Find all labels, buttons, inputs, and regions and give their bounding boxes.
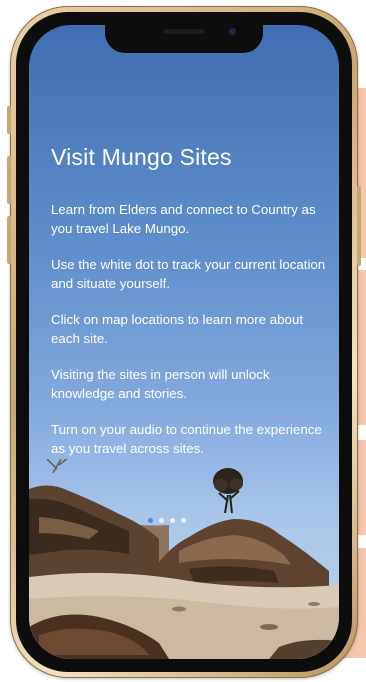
speaker-grille	[163, 29, 205, 34]
paragraph-location: Use the white dot to track your current …	[51, 257, 326, 291]
paragraph-map: Click on map locations to learn more abo…	[51, 312, 304, 346]
page-dot-1[interactable]	[148, 518, 153, 523]
lake-mungo-landscape-image	[29, 459, 339, 659]
onboarding-description: Learn from Elders and connect to Country…	[51, 200, 331, 475]
notch	[105, 25, 263, 53]
page-dot-4[interactable]	[181, 518, 186, 523]
onboarding-screen[interactable]: Visit Mungo Sites Learn from Elders and …	[29, 25, 339, 659]
volume-up-button	[7, 156, 11, 204]
paragraph-audio: Turn on your audio to continue the exper…	[51, 422, 322, 456]
paragraph-learn: Learn from Elders and connect to Country…	[51, 202, 316, 236]
side-button	[357, 186, 361, 266]
page-dot-2[interactable]	[159, 518, 164, 523]
silent-switch	[7, 106, 11, 134]
pagination-dots	[148, 518, 186, 523]
volume-down-button	[7, 216, 11, 264]
front-camera-icon	[229, 28, 236, 35]
phone-frame: Visit Mungo Sites Learn from Elders and …	[7, 6, 361, 678]
paragraph-unlock: Visiting the sites in person will unlock…	[51, 367, 270, 401]
page-title: Visit Mungo Sites	[51, 144, 232, 170]
page-dot-3[interactable]	[170, 518, 175, 523]
